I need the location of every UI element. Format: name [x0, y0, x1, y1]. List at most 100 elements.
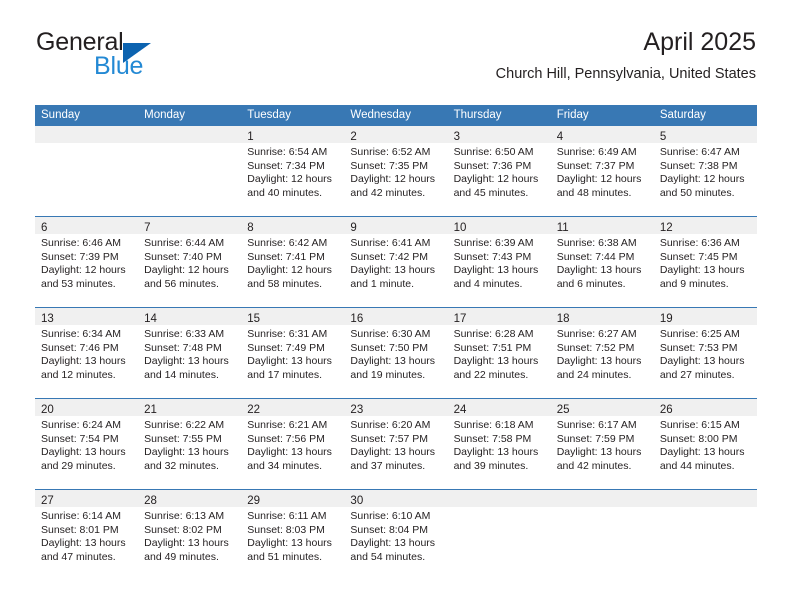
- day-cell-details: Sunrise: 6:22 AM Sunset: 7:55 PM Daylight:…: [138, 416, 241, 474]
- day-number-band: 18: [550, 308, 654, 325]
- day-number: 1: [247, 131, 254, 143]
- calendar-day-cell[interactable]: 25 Sunrise: 6:17 AM Sunset: 7:59 PM Dayligh…: [550, 398, 654, 490]
- day-detail-line: Daylight: 13 hours: [453, 446, 539, 459]
- day-detail-line: Daylight: 12 hours: [453, 173, 539, 186]
- calendar-day-cell[interactable]: 7 Sunrise: 6:44 AM Sunset: 7:40 PM Daylight…: [138, 216, 242, 308]
- day-cell-details: Sunrise: 6:47 AM Sunset: 7:38 PM Daylight:…: [654, 143, 757, 201]
- day-detail-line: Sunset: 7:48 PM: [144, 341, 222, 354]
- day-detail-line: Sunrise: 6:54 AM: [247, 146, 328, 158]
- calendar-day-cell[interactable]: 14 Sunrise: 6:33 AM Sunset: 7:48 PM Dayligh…: [138, 307, 242, 399]
- sunrise-sunset-calendar: Sunday Monday Tuesday Wednesday Thursday Frid…: [35, 105, 757, 580]
- calendar-day-cell[interactable]: 23 Sunrise: 6:20 AM Sunset: 7:57 PM Dayligh…: [344, 398, 448, 490]
- calendar-day-cell[interactable]: 29 Sunrise: 6:11 AM Sunset: 8:03 PM Dayligh…: [241, 489, 345, 580]
- day-number-band: 15: [241, 308, 345, 325]
- calendar-day-cell[interactable]: 10 Sunrise: 6:39 AM Sunset: 7:43 PM Dayligh…: [447, 216, 551, 308]
- calendar-day-cell[interactable]: 28 Sunrise: 6:13 AM Sunset: 8:02 PM Dayligh…: [138, 489, 242, 580]
- day-detail-line: Sunset: 8:02 PM: [144, 523, 222, 536]
- day-number-band: 6: [35, 217, 139, 234]
- day-detail-line: Daylight: 13 hours: [247, 537, 332, 550]
- day-detail-line: Daylight: 13 hours: [556, 355, 642, 368]
- calendar-day-cell[interactable]: 1 Sunrise: 6:54 AM Sunset: 7:34 PM Daylight…: [241, 126, 345, 217]
- day-number-band: 7: [138, 217, 242, 234]
- calendar-day-cell[interactable]: 4 Sunrise: 6:49 AM Sunset: 7:37 PM Daylight…: [550, 126, 654, 217]
- day-cell-inner: 14 Sunrise: 6:33 AM Sunset: 7:48 PM Dayligh…: [138, 308, 242, 398]
- general-blue-logo[interactable]: General Blue: [36, 30, 236, 80]
- calendar-day-cell[interactable]: 24 Sunrise: 6:18 AM Sunset: 7:58 PM Dayligh…: [447, 398, 551, 490]
- day-detail-line: Sunrise: 6:21 AM: [247, 419, 328, 431]
- day-cell-inner: 28 Sunrise: 6:13 AM Sunset: 8:02 PM Dayligh…: [138, 490, 242, 580]
- logo-text-blue: Blue: [94, 52, 144, 80]
- day-cell-details: [654, 507, 757, 510]
- day-detail-line: Sunrise: 6:47 AM: [659, 146, 740, 158]
- calendar-day-cell[interactable]: 17 Sunrise: 6:28 AM Sunset: 7:51 PM Dayligh…: [447, 307, 551, 399]
- calendar-day-cell[interactable]: 18 Sunrise: 6:27 AM Sunset: 7:52 PM Dayligh…: [550, 307, 654, 399]
- day-detail-line: Sunset: 7:40 PM: [144, 250, 222, 263]
- day-number: 15: [247, 313, 261, 325]
- day-cell-details: [138, 143, 241, 146]
- day-detail-line: Daylight: 13 hours: [659, 264, 745, 277]
- day-number: 26: [659, 404, 673, 416]
- day-detail-line: Sunset: 7:46 PM: [41, 341, 119, 354]
- day-number-band: 26: [653, 399, 757, 416]
- calendar-day-cell[interactable]: 8 Sunrise: 6:42 AM Sunset: 7:41 PM Daylight…: [241, 216, 345, 308]
- calendar-day-cell[interactable]: 20 Sunrise: 6:24 AM Sunset: 7:54 PM Dayligh…: [35, 398, 139, 490]
- day-detail-line: Sunset: 7:52 PM: [556, 341, 635, 354]
- day-cell-details: Sunrise: 6:17 AM Sunset: 7:59 PM Daylight:…: [551, 416, 654, 474]
- calendar-day-cell[interactable]: 22 Sunrise: 6:21 AM Sunset: 7:56 PM Dayligh…: [241, 398, 345, 490]
- calendar-day-cell[interactable]: 15 Sunrise: 6:31 AM Sunset: 7:49 PM Dayligh…: [241, 307, 345, 399]
- weekday-header-saturday: Saturday: [653, 105, 757, 126]
- day-number: 16: [350, 313, 364, 325]
- day-cell-inner: 21 Sunrise: 6:22 AM Sunset: 7:55 PM Dayligh…: [138, 399, 242, 489]
- calendar-day-cell[interactable]: 3 Sunrise: 6:50 AM Sunset: 7:36 PM Daylight…: [447, 126, 551, 217]
- calendar-day-cell[interactable]: 21 Sunrise: 6:22 AM Sunset: 7:55 PM Dayligh…: [138, 398, 242, 490]
- day-detail-line: Sunset: 8:03 PM: [247, 523, 325, 536]
- day-detail-line: Daylight: 12 hours: [556, 173, 642, 186]
- calendar-day-cell[interactable]: 27 Sunrise: 6:14 AM Sunset: 8:01 PM Dayligh…: [35, 489, 139, 580]
- day-number-band: 30: [344, 490, 448, 507]
- day-detail-line: and 1 minute.: [350, 278, 415, 291]
- day-detail-line: and 45 minutes.: [453, 187, 529, 200]
- calendar-day-cell-empty: [35, 126, 139, 217]
- day-detail-line: Daylight: 13 hours: [144, 446, 229, 459]
- day-number: 22: [247, 404, 261, 416]
- calendar-day-cell[interactable]: 2 Sunrise: 6:52 AM Sunset: 7:35 PM Daylight…: [344, 126, 448, 217]
- day-detail-line: Daylight: 13 hours: [659, 355, 745, 368]
- day-detail-line: and 37 minutes.: [350, 460, 426, 473]
- calendar-day-cell[interactable]: 13 Sunrise: 6:34 AM Sunset: 7:46 PM Dayligh…: [35, 307, 139, 399]
- calendar-day-cell[interactable]: 19 Sunrise: 6:25 AM Sunset: 7:53 PM Dayligh…: [653, 307, 757, 399]
- day-detail-line: Daylight: 13 hours: [41, 355, 126, 368]
- day-detail-line: Sunset: 7:49 PM: [247, 341, 325, 354]
- day-cell-inner: 27 Sunrise: 6:14 AM Sunset: 8:01 PM Dayligh…: [35, 490, 139, 580]
- day-cell-details: Sunrise: 6:21 AM Sunset: 7:56 PM Daylight:…: [241, 416, 344, 474]
- day-detail-line: Sunset: 7:50 PM: [350, 341, 429, 354]
- day-detail-line: and 42 minutes.: [556, 460, 632, 473]
- weekday-header-friday: Friday: [550, 105, 654, 126]
- calendar-day-cell[interactable]: 9 Sunrise: 6:41 AM Sunset: 7:42 PM Daylight…: [344, 216, 448, 308]
- calendar-day-cell[interactable]: 11 Sunrise: 6:38 AM Sunset: 7:44 PM Dayligh…: [550, 216, 654, 308]
- day-cell-details: Sunrise: 6:34 AM Sunset: 7:46 PM Daylight:…: [35, 325, 138, 383]
- calendar-day-cell[interactable]: 30 Sunrise: 6:10 AM Sunset: 8:04 PM Dayligh…: [344, 489, 448, 580]
- day-cell-inner: 25 Sunrise: 6:17 AM Sunset: 7:59 PM Dayligh…: [550, 399, 654, 489]
- day-number-band: [447, 490, 551, 507]
- day-detail-line: Daylight: 12 hours: [41, 264, 126, 277]
- calendar-week-row: 27 Sunrise: 6:14 AM Sunset: 8:01 PM Dayligh…: [35, 489, 757, 580]
- day-detail-line: and 58 minutes.: [247, 278, 322, 291]
- day-number: 6: [41, 222, 48, 234]
- day-detail-line: Sunset: 7:43 PM: [453, 250, 532, 263]
- day-number-band: 12: [653, 217, 757, 234]
- day-cell-inner: 11 Sunrise: 6:38 AM Sunset: 7:44 PM Dayligh…: [550, 217, 654, 307]
- day-cell-inner: 23 Sunrise: 6:20 AM Sunset: 7:57 PM Dayligh…: [344, 399, 448, 489]
- day-number: 30: [350, 495, 364, 507]
- day-number: 3: [453, 131, 460, 143]
- calendar-day-cell[interactable]: 26 Sunrise: 6:15 AM Sunset: 8:00 PM Dayligh…: [653, 398, 757, 490]
- day-detail-line: Sunset: 7:54 PM: [41, 432, 119, 445]
- page-title: April 2025: [643, 28, 756, 56]
- calendar-day-cell[interactable]: 12 Sunrise: 6:36 AM Sunset: 7:45 PM Dayligh…: [653, 216, 757, 308]
- day-detail-line: Sunset: 7:36 PM: [453, 159, 532, 172]
- day-cell-inner: 15 Sunrise: 6:31 AM Sunset: 7:49 PM Dayligh…: [241, 308, 345, 398]
- calendar-day-cell[interactable]: 16 Sunrise: 6:30 AM Sunset: 7:50 PM Dayligh…: [344, 307, 448, 399]
- calendar-day-cell[interactable]: 5 Sunrise: 6:47 AM Sunset: 7:38 PM Daylight…: [653, 126, 757, 217]
- day-detail-line: and 32 minutes.: [144, 460, 219, 473]
- calendar-day-cell[interactable]: 6 Sunrise: 6:46 AM Sunset: 7:39 PM Daylight…: [35, 216, 139, 308]
- day-detail-line: Sunrise: 6:24 AM: [41, 419, 121, 431]
